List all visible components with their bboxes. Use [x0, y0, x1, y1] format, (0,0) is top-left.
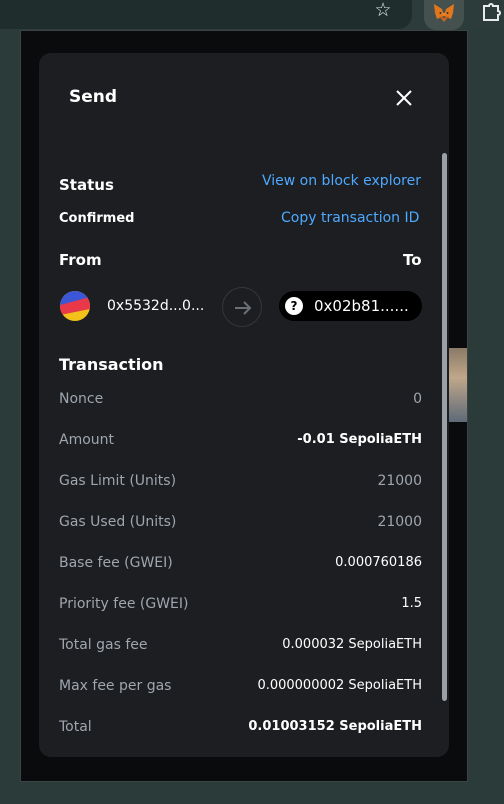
tx-row-value: 0 [413, 391, 422, 407]
from-label: From [59, 251, 102, 269]
view-on-block-explorer-link[interactable]: View on block explorer [262, 173, 421, 189]
arrow-right-icon [222, 287, 262, 327]
tx-row-label: Gas Limit (Units) [59, 473, 177, 489]
to-address: 0x02b81...... [314, 297, 409, 315]
tx-row-base-fee: Base fee (GWEI) 0.000760186 [59, 555, 422, 575]
tx-row-value: 0.000000002 SepoliaETH [257, 678, 422, 693]
puzzle-icon[interactable] [480, 0, 504, 24]
address-bar[interactable] [0, 0, 412, 29]
tx-row-amount: Amount -0.01 SepoliaETH [59, 432, 422, 452]
close-icon [396, 90, 412, 106]
close-button[interactable] [393, 87, 415, 109]
scrollbar[interactable] [442, 153, 447, 701]
puzzle-icon-glyph [483, 3, 501, 21]
tx-row-value: 0.000760186 [335, 555, 422, 570]
tx-row-gas-limit: Gas Limit (Units) 21000 [59, 473, 422, 493]
tx-row-total: Total 0.01003152 SepoliaETH [59, 719, 422, 739]
tx-row-label: Base fee (GWEI) [59, 555, 173, 571]
tx-row-label: Total gas fee [59, 637, 148, 653]
tx-row-nonce: Nonce 0 [59, 391, 422, 411]
tx-row-label: Max fee per gas [59, 678, 172, 694]
tx-row-value: 0.000032 SepoliaETH [282, 637, 422, 652]
tx-row-value: 21000 [377, 514, 422, 530]
tx-row-label: Gas Used (Units) [59, 514, 177, 530]
from-address[interactable]: 0x5532d...0... [107, 298, 204, 314]
transaction-details-modal: Send Status View on block explorer Confi… [39, 53, 449, 757]
tx-row-label: Total [59, 719, 92, 735]
star-icon[interactable]: ☆ [372, 0, 394, 22]
browser-toolbar: ☆ [0, 0, 504, 30]
status-value: Confirmed [59, 211, 135, 226]
status-label: Status [59, 176, 114, 194]
tx-row-priority-fee: Priority fee (GWEI) 1.5 [59, 596, 422, 616]
copy-transaction-id-link[interactable]: Copy transaction ID [281, 210, 419, 226]
tx-row-max-fee-per-gas: Max fee per gas 0.000000002 SepoliaETH [59, 678, 422, 698]
from-account-avatar [60, 291, 90, 321]
tx-row-value: 0.01003152 SepoliaETH [248, 719, 422, 734]
tx-row-label: Amount [59, 432, 115, 448]
background-image-peek [447, 348, 467, 422]
to-address-pill[interactable]: ? 0x02b81...... [279, 291, 422, 321]
tx-row-total-gas-fee: Total gas fee 0.000032 SepoliaETH [59, 637, 422, 657]
question-icon: ? [285, 297, 303, 315]
from-to-row: 0x5532d...0... ? 0x02b81...... [39, 287, 449, 327]
tx-row-label: Priority fee (GWEI) [59, 596, 189, 612]
tx-row-value: -0.01 SepoliaETH [297, 432, 422, 447]
metamask-extension-button[interactable] [424, 0, 464, 30]
transaction-heading: Transaction [59, 355, 164, 374]
tx-row-value: 1.5 [401, 596, 422, 611]
to-label: To [403, 251, 422, 269]
tx-row-value: 21000 [377, 473, 422, 489]
tx-row-label: Nonce [59, 391, 104, 407]
tx-row-gas-used: Gas Used (Units) 21000 [59, 514, 422, 534]
modal-title: Send [69, 87, 118, 107]
metamask-fox-icon [434, 4, 454, 22]
